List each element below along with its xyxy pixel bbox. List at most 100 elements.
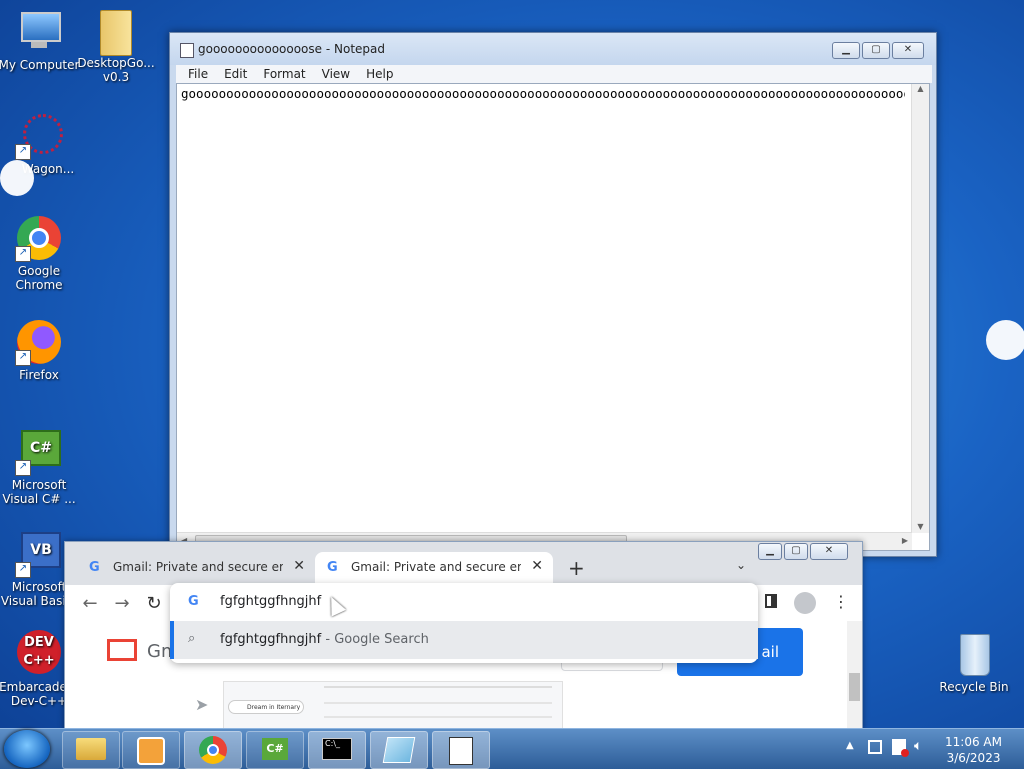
- shortcut-arrow-icon: ↗: [15, 460, 31, 476]
- recycle-bin-icon: [950, 630, 998, 678]
- forward-icon[interactable]: →: [111, 593, 133, 614]
- close-button[interactable]: ✕: [892, 42, 924, 59]
- tab-gmail-1[interactable]: G Gmail: Private and secure email a ✕: [77, 552, 315, 585]
- folder-icon: [76, 738, 106, 760]
- gmail-logo-icon: [107, 639, 137, 661]
- clock-time: 11:06 AM: [945, 735, 1002, 749]
- menu-help[interactable]: Help: [358, 65, 401, 83]
- taskbar-notepad[interactable]: [370, 731, 428, 769]
- taskbar-media-player[interactable]: [122, 731, 180, 769]
- firefox-icon: ↗: [15, 318, 63, 366]
- computer-icon: [15, 8, 63, 56]
- notepad-window[interactable]: goooooooooooooose - Notepad ▁ ▢ ✕ File E…: [169, 32, 937, 557]
- menu-file[interactable]: File: [180, 65, 216, 83]
- desktop-icon-label: Microsoft Visual C# ...: [2, 478, 76, 506]
- chrome-icon: [199, 736, 227, 764]
- csharp-icon: C# ↗: [15, 428, 63, 476]
- chrome-window[interactable]: G Gmail: Private and secure email a ✕ G …: [64, 541, 863, 731]
- tray-expand-icon[interactable]: ▲: [846, 740, 854, 751]
- menu-edit[interactable]: Edit: [216, 65, 255, 83]
- notepad-text-area[interactable]: gooooooooooooooooooooooooooooooooooooooo…: [176, 83, 930, 551]
- minimize-button[interactable]: ▁: [832, 42, 860, 59]
- taskbar-visual-csharp[interactable]: C#: [246, 731, 304, 769]
- page-scrollbar[interactable]: [847, 621, 862, 730]
- omnibox-input-row[interactable]: G fgfghtggfhngjhf: [170, 583, 758, 621]
- send-icon: ➤: [195, 695, 209, 714]
- dev-cpp-icon: DEV C++: [15, 630, 63, 678]
- shortcut-arrow-icon: ↗: [15, 562, 31, 578]
- tab-strip: G Gmail: Private and secure email a ✕ G …: [65, 542, 862, 585]
- omnibox-input[interactable]: fgfghtggfhngjhf: [220, 594, 321, 609]
- action-center-icon[interactable]: [892, 739, 909, 757]
- taskbar: C# C:\_ ▲ 🔈︎ 11:06 AM 3/6/2023: [0, 728, 1024, 769]
- shortcut-arrow-icon: ↗: [15, 350, 31, 366]
- desktop-icon-my-computer[interactable]: My Computer: [0, 8, 81, 72]
- maximize-button[interactable]: ▢: [862, 42, 890, 59]
- suggestion-text: fgfghtggfhngjhf - Google Search: [220, 632, 429, 647]
- cloud-decoration: [0, 160, 34, 196]
- window-app-icon: [449, 737, 473, 765]
- desktop-icon-google-chrome[interactable]: ↗ Google Chrome: [0, 214, 81, 292]
- menu-kebab-icon[interactable]: ⋮: [833, 592, 849, 611]
- tab-close-icon[interactable]: ✕: [531, 558, 543, 574]
- omnibox-suggestion[interactable]: ⌕ fgfghtggfhngjhf - Google Search: [170, 621, 758, 659]
- desktop-icon-label: My Computer: [0, 58, 80, 72]
- tab-label: Gmail: Private and secure email a: [351, 560, 521, 574]
- pdf-chip: Dream in Iternary: [228, 700, 304, 714]
- desktop-icon-label: DesktopGo... v0.3: [77, 56, 155, 84]
- profile-avatar-icon[interactable]: [794, 592, 816, 614]
- start-button[interactable]: [4, 730, 50, 768]
- google-g-icon: G: [327, 560, 338, 575]
- maximize-button[interactable]: ▢: [784, 543, 808, 560]
- shortcut-arrow-icon: ↗: [15, 144, 31, 160]
- clock-date: 3/6/2023: [946, 751, 1001, 765]
- chrome-icon: ↗: [15, 214, 63, 262]
- notepad-menubar: File Edit Format View Help: [176, 65, 932, 83]
- vb-icon: VB ↗: [15, 530, 63, 578]
- cloud-decoration: [986, 320, 1024, 360]
- minimize-button[interactable]: ▁: [758, 543, 782, 560]
- notepad-icon: [180, 43, 194, 58]
- notepad-titlebar[interactable]: goooooooooooooose - Notepad ▁ ▢ ✕: [170, 33, 936, 65]
- vertical-scrollbar[interactable]: ▲ ▼: [911, 84, 929, 533]
- back-icon[interactable]: ←: [79, 593, 101, 614]
- search-icon: ⌕: [188, 631, 196, 646]
- taskbar-explorer[interactable]: [62, 731, 120, 769]
- google-g-icon: G: [188, 594, 199, 609]
- desktop-icon-label: Firefox: [19, 368, 59, 382]
- tab-gmail-2[interactable]: G Gmail: Private and secure email a ✕: [315, 552, 553, 585]
- notepad-icon: [382, 737, 416, 763]
- wagon-icon: ↗: [15, 112, 63, 160]
- menu-view[interactable]: View: [314, 65, 358, 83]
- volume-icon[interactable]: 🔈︎: [914, 738, 922, 754]
- menu-format[interactable]: Format: [255, 65, 313, 83]
- window-title: goooooooooooooose - Notepad: [198, 42, 385, 56]
- folder-icon: [92, 6, 140, 56]
- reload-icon[interactable]: ↻: [143, 593, 165, 614]
- notepad-content[interactable]: gooooooooooooooooooooooooooooooooooooooo…: [181, 86, 905, 101]
- promo-thumbnail: Dream in Iternary: [223, 681, 563, 730]
- tab-search-icon[interactable]: ⌄: [736, 558, 746, 572]
- new-tab-button[interactable]: +: [568, 556, 585, 580]
- desktop-icon-visual-csharp[interactable]: C# ↗ Microsoft Visual C# ...: [0, 428, 81, 506]
- csharp-icon: C#: [262, 738, 288, 760]
- side-panel-icon[interactable]: [765, 594, 777, 608]
- desktop-icon-desktopgo[interactable]: DesktopGo... v0.3: [74, 6, 158, 84]
- desktop-icon-firefox[interactable]: ↗ Firefox: [0, 318, 81, 382]
- close-button[interactable]: ✕: [810, 543, 848, 560]
- desktop-icon-recycle-bin[interactable]: Recycle Bin: [932, 630, 1016, 694]
- tab-label: Gmail: Private and secure email a: [113, 560, 283, 574]
- google-g-icon: G: [89, 560, 100, 575]
- omnibox-dropdown[interactable]: G fgfghtggfhngjhf ⌕ fgfghtggfhngjhf - Go…: [170, 583, 758, 663]
- taskbar-command-prompt[interactable]: C:\_: [308, 731, 366, 769]
- taskbar-chrome[interactable]: [184, 731, 242, 769]
- terminal-icon: C:\_: [322, 738, 352, 760]
- taskbar-app[interactable]: [432, 731, 490, 769]
- desktop-icon-label: Recycle Bin: [939, 680, 1009, 694]
- button-label: ail: [761, 643, 779, 661]
- media-player-icon: [137, 737, 165, 765]
- tab-close-icon[interactable]: ✕: [293, 558, 305, 574]
- desktop-icon-label: Google Chrome: [15, 264, 63, 292]
- tray-clock[interactable]: 11:06 AM 3/6/2023: [945, 734, 1002, 766]
- network-icon[interactable]: [868, 740, 882, 754]
